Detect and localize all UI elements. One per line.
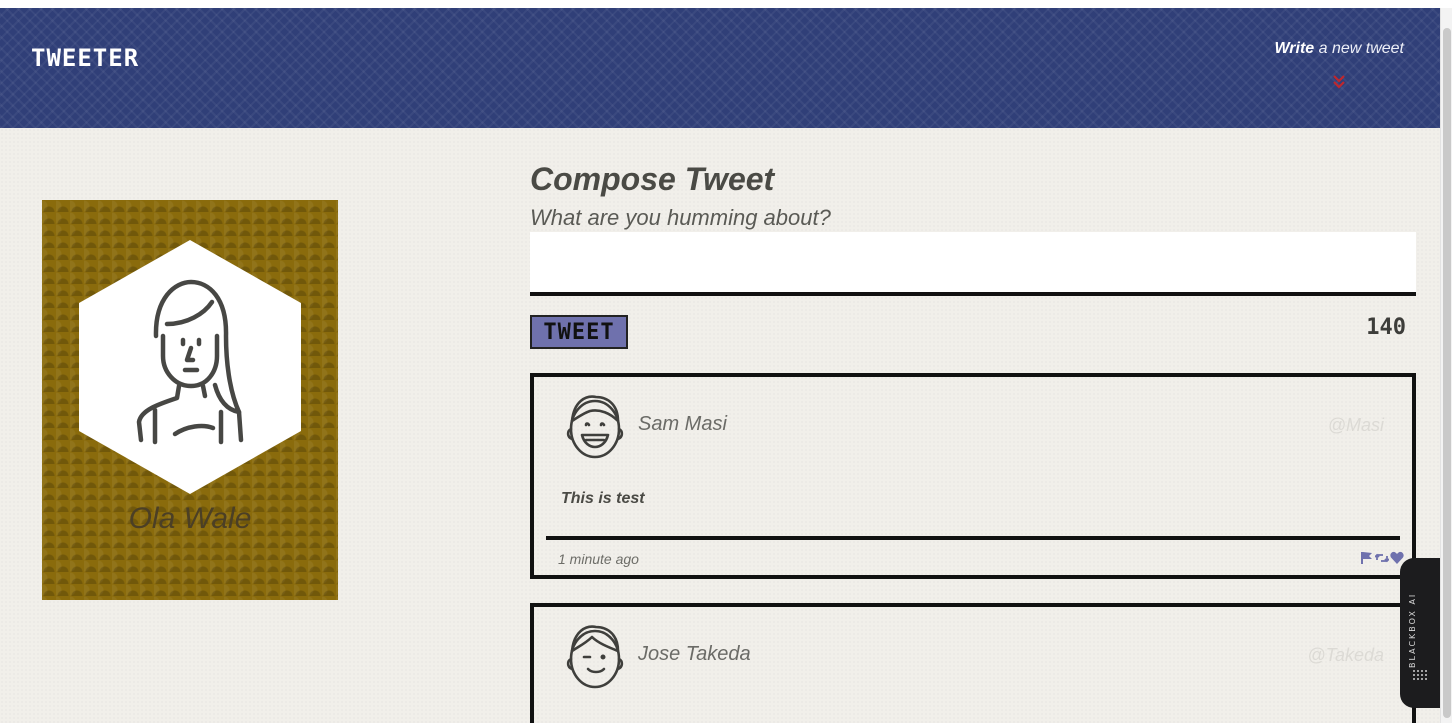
tweet-author-handle[interactable]: @Takeda <box>1307 645 1384 666</box>
smiling-man-avatar-icon <box>566 395 624 459</box>
tweet-card: Jose Takeda @Takeda <box>530 603 1416 723</box>
winking-man-avatar-icon <box>566 625 624 689</box>
write-new-tweet-link[interactable]: Write a new tweet <box>1224 40 1404 58</box>
tweet-author-handle[interactable]: @Masi <box>1328 415 1384 436</box>
tweet-card: Sam Masi @Masi This is test 1 minute ago <box>530 373 1416 579</box>
write-label-bold: Write <box>1274 40 1315 57</box>
blackbox-ai-widget[interactable]: BLACKBOX AI <box>1400 558 1440 708</box>
tweet-body: This is test <box>561 490 645 507</box>
profile-card: Ola Wale <box>42 200 338 600</box>
tweet-textarea[interactable] <box>530 232 1416 296</box>
retweet-icon[interactable] <box>1374 551 1390 565</box>
blackbox-logo-icon <box>1413 670 1427 680</box>
blackbox-ai-label: BLACKBOX AI <box>1408 592 1417 668</box>
page-scrollbar[interactable] <box>1440 8 1452 723</box>
compose-title: Compose Tweet <box>530 160 775 197</box>
female-avatar-icon <box>79 240 301 494</box>
write-label-rest: a new tweet <box>1314 40 1404 57</box>
double-chevron-down-icon[interactable] <box>1331 74 1347 90</box>
compose-prompt-label: What are you humming about? <box>530 205 831 230</box>
character-counter: 140 <box>1366 315 1406 340</box>
tweet-submit-button[interactable]: TWEET <box>530 315 628 349</box>
tweet-divider <box>546 536 1400 540</box>
tweet-author-name[interactable]: Sam Masi <box>638 413 727 436</box>
flag-icon[interactable] <box>1360 551 1374 565</box>
profile-name: Ola Wale <box>128 502 252 535</box>
tweet-timestamp: 1 minute ago <box>558 551 639 567</box>
navbar: TWEETER Write a new tweet <box>0 8 1440 128</box>
tweet-author-name[interactable]: Jose Takeda <box>638 643 751 666</box>
scrollbar-thumb[interactable] <box>1443 28 1451 718</box>
page-top-strip <box>0 0 1452 8</box>
tweet-actions <box>1360 549 1404 567</box>
brand-logo[interactable]: TWEETER <box>31 44 139 72</box>
